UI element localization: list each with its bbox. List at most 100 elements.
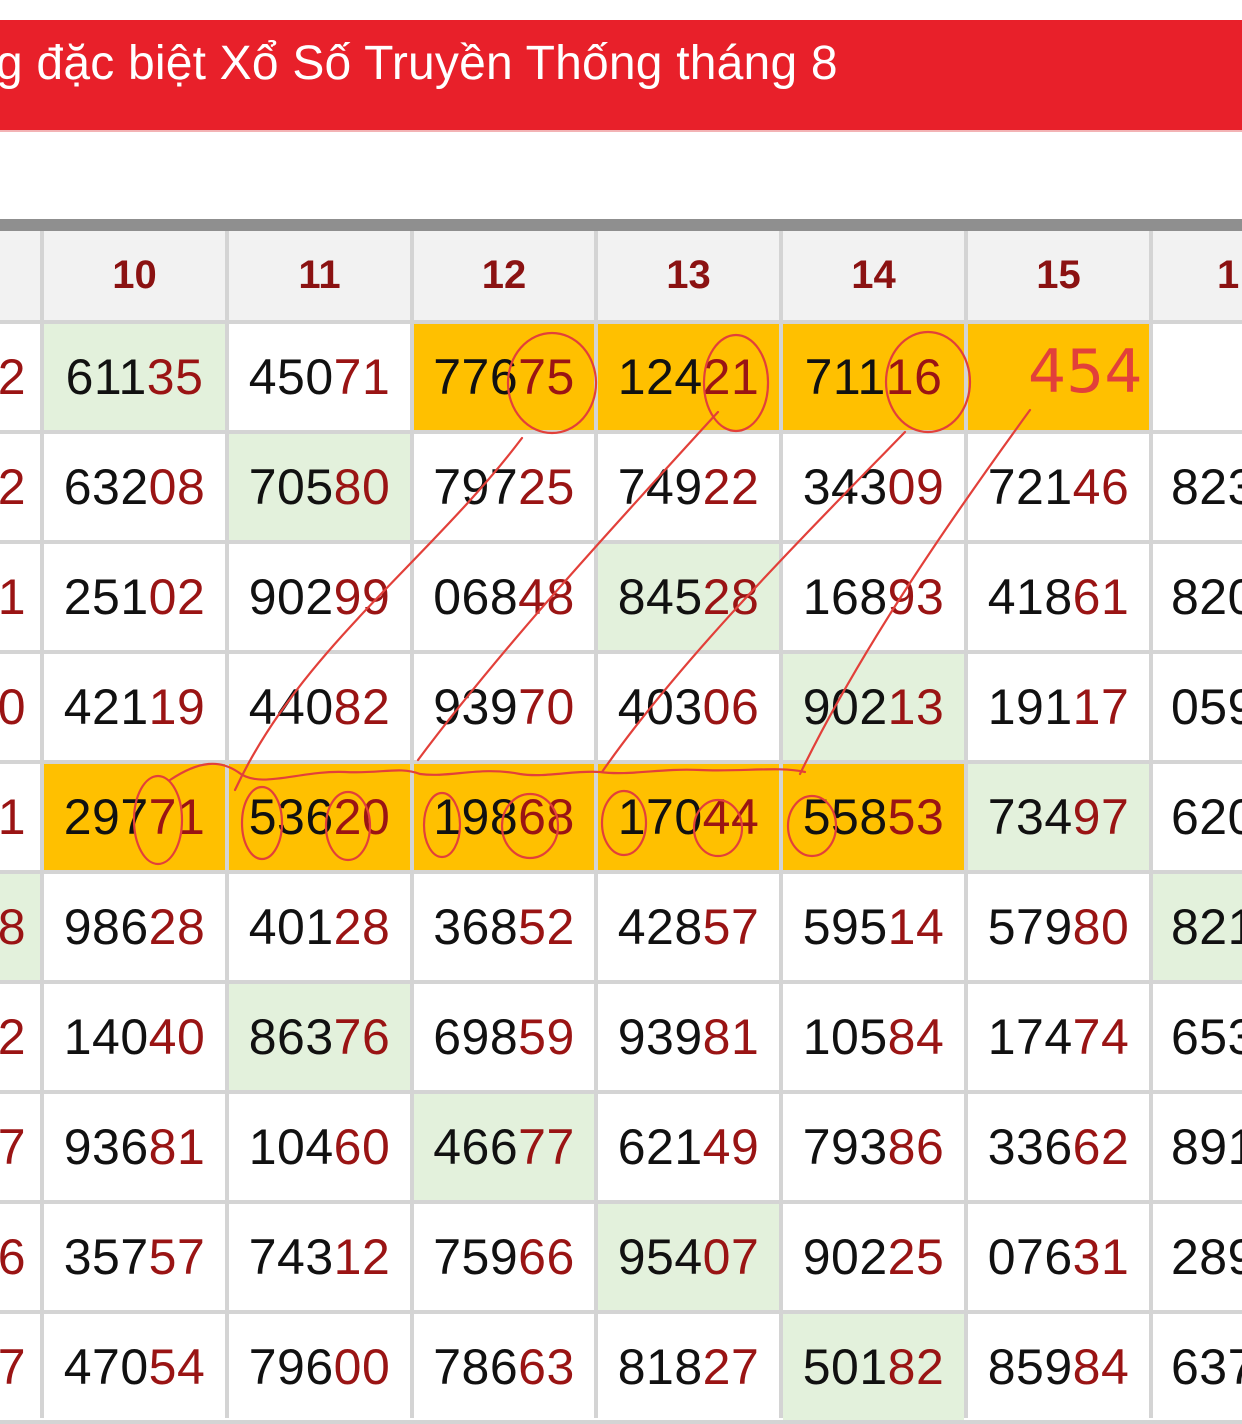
result-tail-digits: 13 (887, 679, 945, 735)
result-tail-digits: 28 (148, 899, 206, 955)
result-cell: 558 53 (783, 764, 964, 870)
result-cell: 168 93 (783, 544, 964, 650)
result-lead-digits: 421 (63, 679, 149, 735)
result-cell: 621 49 (598, 1094, 779, 1200)
grid-line-horizontal (0, 1420, 1242, 1424)
result-lead-digits: 759 (433, 1229, 519, 1285)
result-lead-digits: 297 (63, 789, 149, 845)
result-lead-digits: 796 (248, 1339, 334, 1395)
result-cell: 076 31 (968, 1204, 1149, 1310)
result-cell: 7 (0, 1094, 40, 1200)
result-tail-digits: 16 (885, 349, 943, 405)
result-lead-digits: 501 (802, 1339, 888, 1395)
result-lead-digits: 776 (433, 349, 519, 405)
result-lead-digits: 632 (63, 459, 149, 515)
result-tail-digits: 1 (0, 569, 26, 625)
result-lead-digits: 466 (433, 1119, 519, 1175)
result-cell: 632 08 (44, 434, 225, 540)
result-lead-digits: 059 (1171, 679, 1242, 735)
result-tail-digits: 66 (518, 1229, 575, 1285)
result-cell: 343 09 (783, 434, 964, 540)
result-tail-digits: 71 (148, 789, 206, 845)
result-tail-digits: 8 (0, 899, 26, 955)
result-cell: 174 74 (968, 984, 1149, 1090)
result-tail-digits: 2 (0, 349, 26, 405)
result-cell: 595 14 (783, 874, 964, 980)
result-cell: 2 (0, 324, 40, 430)
result-tail-digits: 81 (702, 1009, 760, 1065)
result-cell: 440 82 (229, 654, 410, 760)
result-lead-digits: 104 (248, 1119, 334, 1175)
result-cell: 863 76 (229, 984, 410, 1090)
result-tail-digits: 12 (333, 1229, 391, 1285)
result-lead-digits: 986 (63, 899, 149, 955)
result-cell: 823 (1153, 434, 1242, 540)
result-lead-digits: 198 (433, 789, 519, 845)
result-tail-digits: 28 (333, 899, 391, 955)
result-tail-digits: 02 (148, 569, 206, 625)
result-tail-digits: 1 (0, 789, 26, 845)
result-tail-digits: 75 (518, 349, 575, 405)
result-lead-digits: 068 (433, 569, 519, 625)
result-cell: 776 75 (414, 324, 594, 430)
table-top-border (0, 219, 1242, 231)
result-lead-digits: 289 (1171, 1229, 1242, 1285)
result-tail-digits: 2 (0, 459, 26, 515)
result-cell: 536 20 (229, 764, 410, 870)
result-lead-digits: 105 (802, 1009, 888, 1065)
result-cell: 124 21 (598, 324, 779, 430)
result-tail-digits: 80 (333, 459, 391, 515)
result-lead-digits: 357 (63, 1229, 149, 1285)
result-lead-digits: 611 (65, 349, 147, 405)
result-lead-digits: 823 (1171, 459, 1242, 515)
result-tail-digits: 70 (518, 679, 575, 735)
result-cell: 820 (1153, 544, 1242, 650)
result-tail-digits: 82 (887, 1339, 945, 1395)
result-cell: 793 86 (783, 1094, 964, 1200)
result-lead-digits: 536 (248, 789, 334, 845)
result-tail-digits: 09 (887, 459, 945, 515)
result-tail-digits: 31 (1072, 1229, 1130, 1285)
result-lead-digits: 902 (802, 679, 888, 735)
result-lead-digits: 403 (617, 679, 703, 735)
result-cell: 403 06 (598, 654, 779, 760)
result-cell: 104 60 (229, 1094, 410, 1200)
column-header: 13 (598, 231, 779, 320)
result-lead-digits: 721 (987, 459, 1073, 515)
result-cell: 450 71 (229, 324, 410, 430)
result-lead-digits: 191 (987, 679, 1073, 735)
result-tail-digits: 52 (518, 899, 575, 955)
result-cell: 357 57 (44, 1204, 225, 1310)
result-lead-digits: 818 (617, 1339, 703, 1395)
result-tail-digits: 63 (518, 1339, 575, 1395)
result-tail-digits: 82 (333, 679, 391, 735)
result-cell: 786 63 (414, 1314, 594, 1420)
page-title: g đặc biệt Xổ Số Truyền Thống tháng 8 (0, 37, 838, 90)
result-tail-digits: 81 (148, 1119, 206, 1175)
result-tail-digits: 40 (148, 1009, 206, 1065)
result-cell: 8 (0, 874, 40, 980)
result-tail-digits: 84 (1072, 1339, 1130, 1395)
result-cell: 734 97 (968, 764, 1149, 870)
result-tail-digits: 60 (333, 1119, 391, 1175)
result-cell: 105 84 (783, 984, 964, 1090)
result-lead-digits: 902 (248, 569, 334, 625)
column-header: 15 (968, 231, 1149, 320)
result-cell: 501 82 (783, 1314, 964, 1420)
result-lead-digits: 711 (804, 349, 886, 405)
result-lead-digits: 698 (433, 1009, 519, 1065)
result-tail-digits: 00 (333, 1339, 391, 1395)
result-cell: 721 46 (968, 434, 1149, 540)
column-header: 14 (783, 231, 964, 320)
result-cell: 2 (0, 984, 40, 1090)
result-tail-digits: 61 (1072, 569, 1130, 625)
result-lead-digits: 595 (802, 899, 888, 955)
result-lead-digits: 653 (1171, 1009, 1242, 1065)
result-cell: 401 28 (229, 874, 410, 980)
column-header: 11 (229, 231, 410, 320)
column-header: 10 (44, 231, 225, 320)
result-cell: 902 13 (783, 654, 964, 760)
result-cell: 939 70 (414, 654, 594, 760)
result-lead-digits: 368 (433, 899, 519, 955)
result-lead-digits: 902 (802, 1229, 888, 1285)
